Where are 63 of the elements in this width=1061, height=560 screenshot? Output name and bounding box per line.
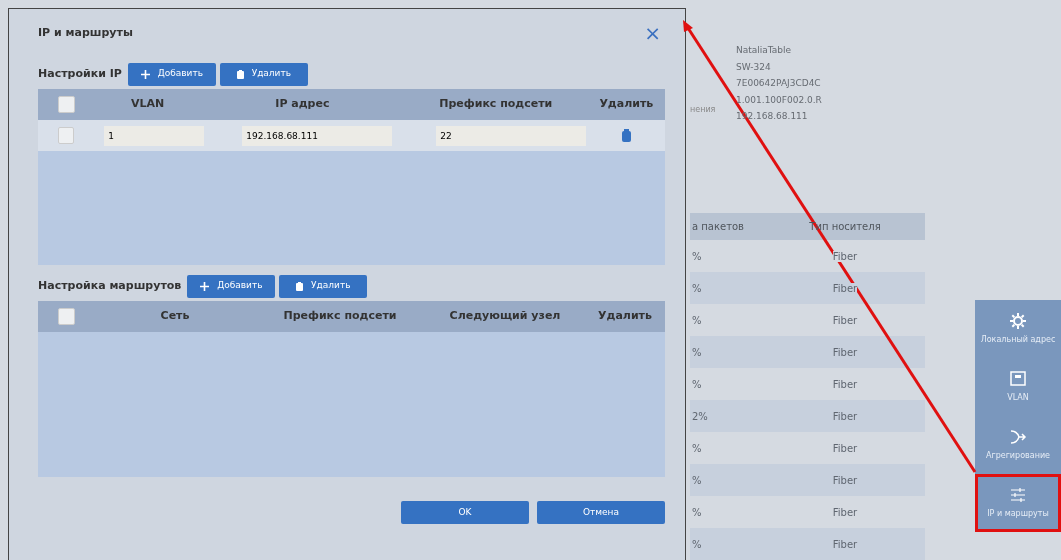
gear-icon: [1009, 312, 1027, 330]
column-header: IP адрес: [274, 96, 331, 113]
delete-button[interactable]: Удалить: [219, 62, 308, 86]
trash-icon[interactable]: [622, 128, 632, 142]
close-button[interactable]: ×: [640, 23, 665, 43]
column-header: а пакетов: [692, 221, 744, 232]
column-header: Удалить: [597, 308, 653, 325]
cancel-button[interactable]: Отмена: [537, 501, 665, 524]
table-cell: %: [692, 282, 702, 294]
info-value: NataliaTable: [736, 44, 792, 57]
table-cell: Fiber: [832, 442, 858, 454]
input-field[interactable]: 22: [436, 125, 587, 146]
info-value: SW-324: [736, 60, 771, 74]
input-field[interactable]: 1: [104, 125, 205, 146]
table-cell: Fiber: [832, 346, 858, 358]
table-cell: Fiber: [832, 410, 858, 422]
column-header: Префикс подсети: [438, 96, 554, 113]
table-cell: Fiber: [832, 378, 858, 390]
menu-item[interactable]: IP и маршруты: [975, 474, 1061, 532]
add-button[interactable]: Добавить: [127, 62, 216, 86]
menu-item[interactable]: VLAN: [975, 358, 1061, 416]
table-cell: Fiber: [832, 474, 858, 486]
sliders-icon: [1009, 486, 1027, 504]
checkbox[interactable]: [58, 308, 75, 325]
delete-button[interactable]: Удалить: [279, 274, 368, 298]
column-header: Следующий узел: [448, 308, 562, 325]
table-cell: %: [692, 442, 702, 454]
info-value: 7E00642PAJ3CD4C: [736, 77, 821, 90]
table-cell: %: [692, 250, 702, 262]
plus-icon: [140, 69, 150, 79]
field-label: нения: [690, 104, 717, 116]
add-button[interactable]: Добавить: [187, 274, 276, 298]
dialog-title: IP и маршруты: [38, 24, 133, 41]
column-header: Удалить: [598, 96, 655, 113]
table-cell: Fiber: [832, 282, 858, 294]
network-port-icon: [1009, 370, 1027, 388]
checkbox[interactable]: [58, 96, 75, 113]
table-cell: 2%: [692, 410, 708, 422]
column-header: VLAN: [130, 96, 166, 113]
section-title: Настройка маршрутов: [38, 277, 182, 294]
trash-icon: [236, 69, 244, 79]
info-value: 1.001.100F002.0.R: [736, 93, 822, 107]
table-cell: %: [692, 314, 702, 326]
checkbox[interactable]: [58, 127, 75, 144]
menu-item[interactable]: Локальный адрес: [975, 300, 1061, 358]
table-cell: Fiber: [832, 538, 858, 550]
ok-button[interactable]: OK: [401, 501, 529, 524]
table-cell: %: [692, 474, 702, 486]
trash-icon: [296, 281, 304, 291]
table-cell: %: [692, 346, 702, 358]
table-cell: Fiber: [832, 250, 858, 262]
table-cell: %: [692, 506, 702, 518]
table-cell: %: [692, 538, 702, 550]
input-field[interactable]: 192.168.68.111: [242, 125, 393, 146]
column-header: Сеть: [159, 308, 191, 325]
table-cell: %: [692, 378, 702, 390]
menu-item[interactable]: Агрегирование: [975, 416, 1061, 474]
plus-icon: [200, 281, 210, 291]
table-cell: Fiber: [832, 314, 858, 326]
section-title: Настройки IP: [38, 65, 122, 82]
table-cell: Fiber: [832, 506, 858, 518]
merge-arrow-icon: [1009, 428, 1027, 446]
column-header: Префикс подсети: [282, 308, 398, 325]
